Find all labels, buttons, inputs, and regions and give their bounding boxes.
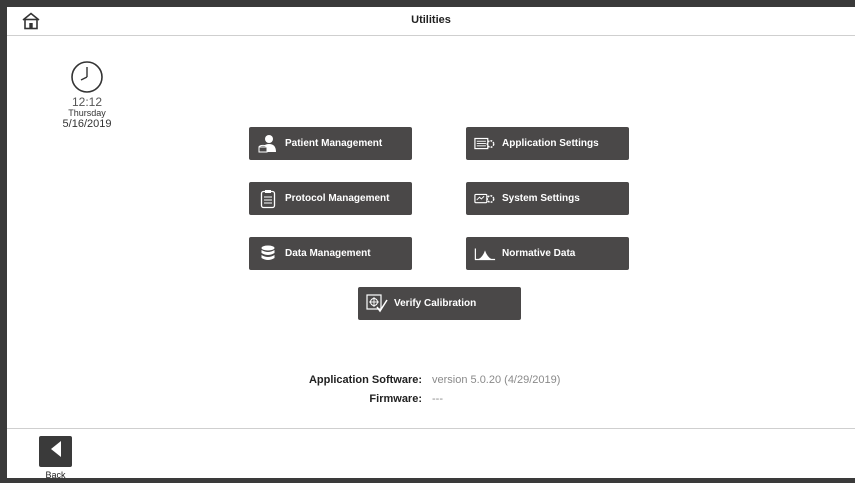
normative-data-button[interactable]: Normative Data (466, 237, 629, 270)
header-bar: Utilities (7, 7, 855, 36)
application-settings-button[interactable]: Application Settings (466, 127, 629, 160)
back-label: Back (45, 470, 66, 480)
patient-management-button[interactable]: Patient Management (249, 127, 412, 160)
window-frame (0, 0, 855, 483)
firmware-row: Firmware: --- (300, 389, 680, 408)
calibration-icon (366, 293, 388, 314)
system-settings-icon (474, 189, 496, 209)
data-management-label: Data Management (285, 248, 371, 259)
app-settings-icon (474, 134, 496, 154)
clock-icon (52, 60, 122, 94)
clock-widget: 12:12 Thursday 5/16/2019 (52, 60, 122, 130)
footer-divider (7, 428, 855, 429)
clock-time: 12:12 (71, 95, 103, 109)
system-settings-button[interactable]: System Settings (466, 182, 629, 215)
clock-date: 5/16/2019 (62, 118, 112, 130)
page-title: Utilities (411, 14, 451, 26)
version-info: Application Software: version 5.0.20 (4/… (300, 370, 680, 408)
verify-calibration-button[interactable]: Verify Calibration (358, 287, 521, 320)
application-settings-label: Application Settings (502, 138, 599, 149)
app-software-value: version 5.0.20 (4/29/2019) (432, 373, 561, 386)
patient-icon (257, 134, 279, 154)
clock-day: Thursday (68, 108, 106, 118)
patient-management-label: Patient Management (285, 138, 383, 149)
system-settings-label: System Settings (502, 193, 580, 204)
back-arrow-icon (49, 440, 63, 463)
bell-curve-icon (474, 244, 496, 264)
database-icon (257, 244, 279, 264)
firmware-label: Firmware: (369, 392, 422, 405)
back-button[interactable] (39, 436, 72, 467)
app-software-label: Application Software: (308, 373, 422, 386)
clipboard-icon (257, 189, 279, 209)
normative-data-label: Normative Data (502, 248, 576, 259)
app-software-row: Application Software: version 5.0.20 (4/… (300, 370, 680, 389)
verify-calibration-label: Verify Calibration (394, 298, 477, 309)
firmware-value: --- (432, 392, 443, 405)
protocol-management-button[interactable]: Protocol Management (249, 182, 412, 215)
data-management-button[interactable]: Data Management (249, 237, 412, 270)
protocol-management-label: Protocol Management (285, 193, 390, 204)
